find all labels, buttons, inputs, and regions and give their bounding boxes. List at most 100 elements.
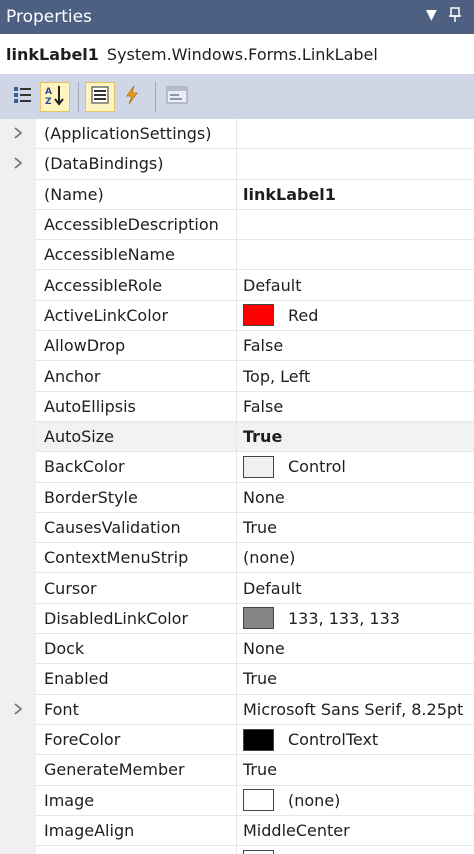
row-gutter	[0, 482, 36, 513]
property-value[interactable]: (none)	[237, 846, 474, 854]
property-name: AllowDrop	[36, 331, 237, 362]
property-value[interactable]: True	[237, 421, 474, 453]
property-row[interactable]: CausesValidation True	[0, 512, 474, 544]
property-value-text: MiddleCenter	[243, 820, 350, 840]
row-gutter	[0, 421, 36, 453]
row-gutter	[0, 724, 36, 756]
property-name: BorderStyle	[36, 482, 237, 513]
properties-button[interactable]	[85, 82, 115, 112]
property-grid: (ApplicationSettings) (DataBindings) (Name…	[0, 119, 474, 854]
property-name: ImageIndex	[36, 846, 237, 854]
property-value[interactable]: Default	[237, 573, 474, 604]
property-value[interactable]	[237, 149, 474, 180]
property-name: Anchor	[36, 361, 237, 392]
row-gutter	[0, 664, 36, 695]
row-gutter	[0, 846, 36, 854]
property-value[interactable]	[237, 210, 474, 241]
property-value[interactable]: True	[237, 664, 474, 695]
property-row[interactable]: Enabled True	[0, 664, 474, 695]
events-lightning-icon	[122, 85, 142, 109]
property-row[interactable]: ForeColor ControlText	[0, 724, 474, 756]
chevron-right-icon[interactable]	[13, 125, 23, 143]
property-value-text: Top, Left	[243, 366, 311, 386]
pin-dropdown-icon[interactable]: ▼	[426, 7, 437, 23]
property-row[interactable]: AutoEllipsis False	[0, 391, 474, 422]
property-name: DisabledLinkColor	[36, 603, 237, 635]
property-value[interactable]: Top, Left	[237, 361, 474, 392]
categorized-button[interactable]	[8, 82, 38, 112]
property-value[interactable]: Microsoft Sans Serif, 8.25pt	[237, 695, 474, 725]
property-row[interactable]: Dock None	[0, 634, 474, 665]
property-value[interactable]: (none)	[237, 543, 474, 574]
property-row[interactable]: Image (none)	[0, 785, 474, 816]
property-value[interactable]: Red	[237, 301, 474, 332]
property-row[interactable]: Font Microsoft Sans Serif, 8.25pt	[0, 694, 474, 725]
property-value-text: Default	[243, 275, 302, 295]
chevron-right-icon[interactable]	[13, 701, 23, 719]
property-value[interactable]: Default	[237, 270, 474, 301]
property-pages-button[interactable]	[162, 82, 192, 112]
property-row[interactable]: AccessibleDescription	[0, 209, 474, 241]
property-value[interactable]: None	[237, 634, 474, 665]
property-value[interactable]	[237, 119, 474, 150]
property-row[interactable]: (Name) linkLabel1	[0, 179, 474, 210]
property-name: AccessibleRole	[36, 270, 237, 301]
property-row[interactable]: Cursor Default	[0, 573, 474, 604]
property-value[interactable]: Control	[237, 452, 474, 483]
row-gutter	[0, 573, 36, 604]
property-name: Font	[36, 694, 237, 725]
property-row[interactable]: AutoSize True	[0, 421, 474, 453]
property-value[interactable]: (none)	[237, 786, 474, 816]
property-row[interactable]: Anchor Top, Left	[0, 361, 474, 392]
property-name: AccessibleDescription	[36, 209, 237, 241]
pin-icon[interactable]	[448, 7, 462, 27]
row-gutter[interactable]	[0, 694, 36, 725]
property-value[interactable]: 133, 133, 133	[237, 604, 474, 635]
chevron-right-icon[interactable]	[13, 155, 23, 173]
row-gutter	[0, 755, 36, 786]
property-row[interactable]: AccessibleRole Default	[0, 270, 474, 301]
property-value-text: None	[243, 487, 285, 507]
property-value[interactable]: MiddleCenter	[237, 816, 474, 847]
property-name: BackColor	[36, 452, 237, 483]
property-row[interactable]: (DataBindings)	[0, 149, 474, 180]
color-swatch	[243, 455, 274, 478]
property-row[interactable]: ContextMenuStrip (none)	[0, 543, 474, 574]
property-value[interactable]: False	[237, 331, 474, 362]
property-name: Cursor	[36, 573, 237, 604]
property-value-text: True	[243, 669, 277, 689]
events-button[interactable]	[117, 82, 147, 112]
property-value[interactable]: None	[237, 483, 474, 513]
row-gutter	[0, 785, 36, 816]
property-name: ImageAlign	[36, 815, 237, 847]
property-name: ContextMenuStrip	[36, 543, 237, 574]
property-value[interactable]	[237, 240, 474, 271]
row-gutter	[0, 209, 36, 241]
property-row[interactable]: (ApplicationSettings)	[0, 119, 474, 150]
property-value[interactable]: True	[237, 513, 474, 544]
property-value[interactable]: False	[237, 392, 474, 422]
property-row[interactable]: GenerateMember True	[0, 755, 474, 786]
property-value[interactable]: linkLabel1	[237, 180, 474, 210]
property-row[interactable]: AllowDrop False	[0, 331, 474, 362]
row-gutter[interactable]	[0, 119, 36, 150]
property-value-text: True	[243, 427, 283, 447]
property-value[interactable]: True	[237, 755, 474, 786]
property-row[interactable]: AccessibleName	[0, 240, 474, 271]
svg-text:Z: Z	[45, 97, 52, 106]
row-gutter	[0, 603, 36, 635]
row-gutter[interactable]	[0, 149, 36, 180]
property-row[interactable]: ActiveLinkColor Red	[0, 300, 474, 332]
property-value[interactable]: ControlText	[237, 725, 474, 756]
property-row[interactable]: DisabledLinkColor 133, 133, 133	[0, 603, 474, 635]
selected-object-type: System.Windows.Forms.LinkLabel	[106, 44, 378, 64]
object-selector[interactable]: linkLabel1 System.Windows.Forms.LinkLabe…	[0, 34, 474, 75]
properties-toolbar: A Z	[0, 75, 474, 119]
property-row[interactable]: ImageAlign MiddleCenter	[0, 815, 474, 847]
property-row[interactable]: BorderStyle None	[0, 482, 474, 513]
property-value-text: 133, 133, 133	[288, 608, 400, 628]
alphabetical-button[interactable]: A Z	[40, 82, 70, 112]
property-row[interactable]: ImageIndex(none)	[0, 846, 474, 854]
property-row[interactable]: BackColor Control	[0, 452, 474, 483]
property-name: (ApplicationSettings)	[36, 119, 237, 150]
